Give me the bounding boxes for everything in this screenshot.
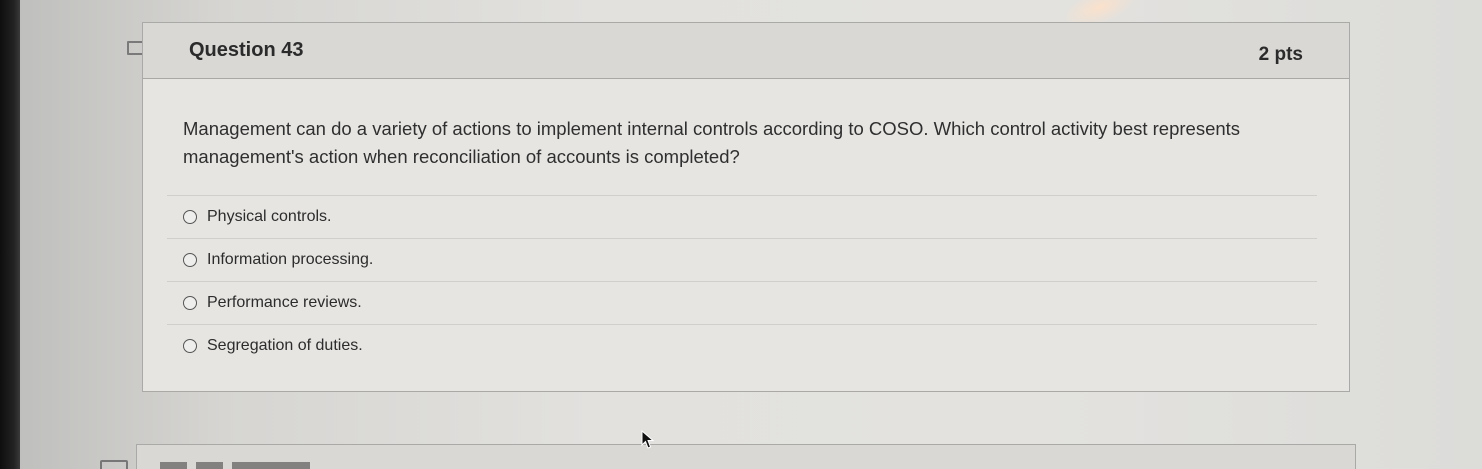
answer-label[interactable]: Performance reviews.: [207, 294, 362, 312]
radio-unselected-icon[interactable]: [183, 210, 197, 224]
answer-label[interactable]: Physical controls.: [207, 208, 332, 226]
radio-unselected-icon[interactable]: [183, 296, 197, 310]
next-question-title-peek: [160, 462, 310, 469]
answer-option[interactable]: Segregation of duties.: [167, 324, 1317, 367]
answer-option[interactable]: Information processing.: [167, 238, 1317, 281]
question-text: Management can do a variety of actions t…: [183, 118, 1241, 167]
answer-label[interactable]: Segregation of duties.: [207, 337, 363, 355]
screen-bezel: [0, 0, 20, 469]
question-title: Question 43: [189, 39, 304, 61]
next-question-card: [136, 444, 1356, 469]
answer-list: Physical controls. Information processin…: [167, 195, 1317, 367]
radio-unselected-icon[interactable]: [183, 253, 197, 267]
question-points: 2 pts: [1258, 44, 1303, 65]
answer-option[interactable]: Performance reviews.: [167, 281, 1317, 324]
next-flag-question-icon[interactable]: [100, 460, 128, 469]
mouse-pointer-icon: [641, 430, 655, 449]
question-header: Question 43 2 pts: [143, 23, 1349, 79]
radio-unselected-icon[interactable]: [183, 339, 197, 353]
answer-option[interactable]: Physical controls.: [167, 195, 1317, 238]
question-card: Question 43 2 pts Management can do a va…: [142, 22, 1350, 392]
answer-label[interactable]: Information processing.: [207, 251, 373, 269]
